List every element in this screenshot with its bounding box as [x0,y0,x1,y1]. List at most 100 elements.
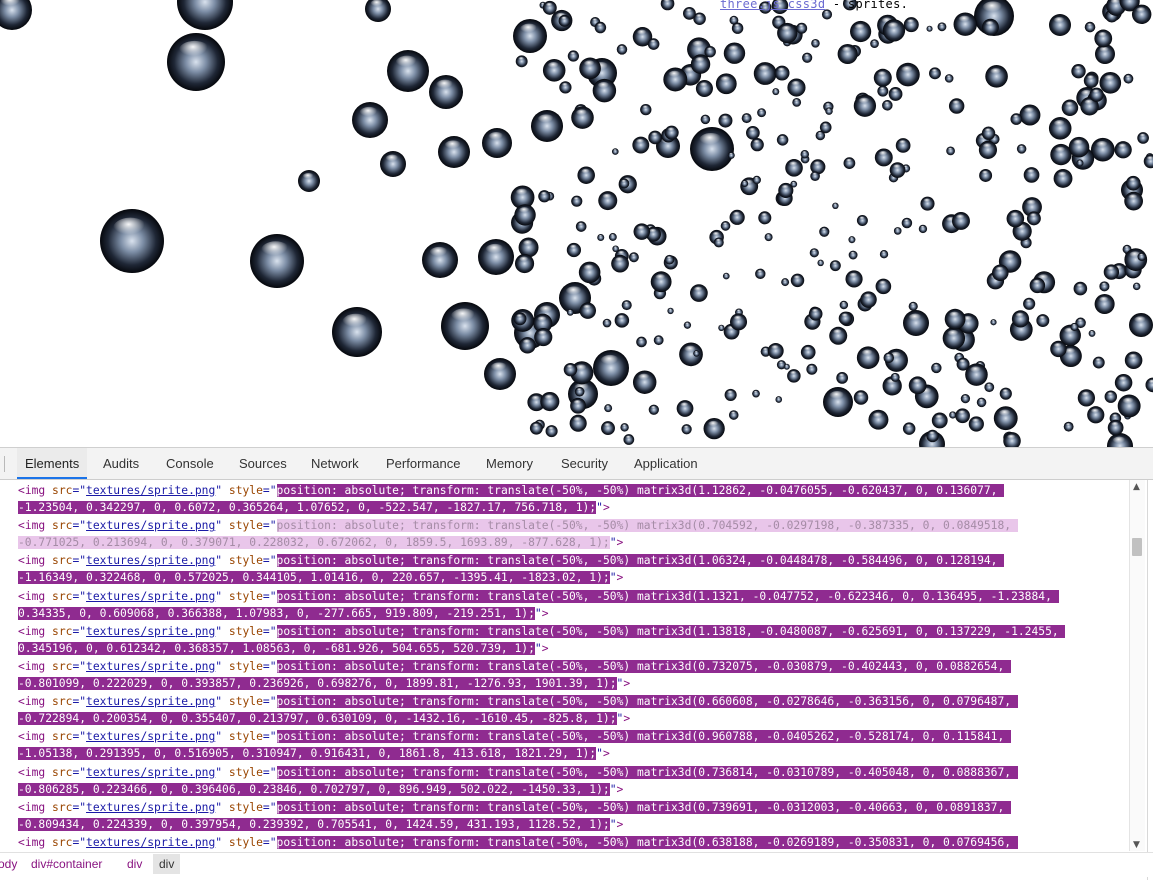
sprite-sphere [650,271,672,293]
src-link[interactable]: textures/sprite.png [86,554,215,567]
tab-network[interactable]: Network [303,448,367,479]
info-caption: three.js css3d - sprites. [720,0,908,11]
dom-node-img[interactable]: <img src="textures/sprite.png" style="po… [18,588,1059,605]
src-link[interactable]: textures/sprite.png [86,695,215,708]
dom-node-img-cont[interactable]: -0.809434, 0.224339, 0, 0.397954, 0.2393… [18,816,623,833]
sprite-sphere [873,68,892,87]
sprite-sphere [1137,132,1149,144]
sprite-sphere [783,363,790,370]
sprite-sphere [937,22,947,32]
sprite-sphere [877,85,889,97]
tab-elements[interactable]: Elements [17,448,88,479]
sprite-sphere [1068,136,1090,158]
sprite-sphere [778,182,794,198]
dom-node-img[interactable]: <img src="textures/sprite.png" style="po… [18,834,1018,850]
src-link[interactable]: textures/sprite.png [86,766,215,779]
tag-name: img [24,695,46,709]
dom-node-img-cont[interactable]: -1.05138, 0.291395, 0, 0.516905, 0.31094… [18,745,610,762]
dom-node-img-cont[interactable]: 0.345196, 0, 0.612342, 0.368357, 1.08563… [18,640,549,657]
attr-name: src [52,695,73,709]
breadcrumb-div-container[interactable]: div#container [31,857,102,871]
tag-open: < [18,589,25,603]
sprite-sphere [908,301,918,311]
sprite-sphere [918,224,928,234]
sprite-sphere [620,423,629,432]
sprite-sphere [860,291,877,308]
sprite-sphere [598,191,618,211]
dom-node-img-cont[interactable]: -0.771025, 0.213694, 0, 0.379071, 0.2280… [18,534,623,551]
elements-tree[interactable]: <img src="textures/sprite.png" style="po… [0,480,1128,850]
src-link[interactable]: textures/sprite.png [86,836,215,849]
dom-node-img[interactable]: <img src="textures/sprite.png" style="po… [18,552,1005,569]
render-viewport: three.js css3d - sprites. [0,0,1153,447]
sprite-sphere [981,126,996,140]
style-value: position: absolute; transform: translate… [276,589,1059,603]
sprite-sphere [648,404,659,415]
breadcrumb-div-selected[interactable]: div [153,854,181,874]
tab-console[interactable]: Console [158,448,222,479]
tag-open: < [18,800,25,814]
src-link[interactable]: textures/sprite.png [86,590,215,603]
dom-node-img[interactable]: <img src="textures/sprite.png" style="po… [18,764,1018,781]
tab-performance[interactable]: Performance [378,448,468,479]
src-link[interactable]: textures/sprite.png [86,519,215,532]
dom-node-img-cont[interactable]: -1.23504, 0.342297, 0, 0.6072, 0.365264,… [18,499,610,516]
scroll-thumb[interactable] [1132,538,1142,556]
dom-node-img[interactable]: <img src="textures/sprite.png" style="po… [18,482,1005,499]
sprite-sphere [628,252,639,263]
sprite-sphere [800,149,810,159]
sprite-sphere [352,102,388,138]
dom-node-img-cont[interactable]: -0.806285, 0.223466, 0, 0.396406, 0.2384… [18,781,623,798]
sprite-sphere [875,278,892,295]
dom-node-img-cont[interactable]: 0.34335, 0, 0.609068, 0.366388, 1.07983,… [18,605,549,622]
attr-name: src [52,589,73,603]
sprite-sphere [727,151,735,159]
src-link[interactable]: textures/sprite.png [86,625,215,638]
sprite-sphere [592,78,617,103]
tab-sources[interactable]: Sources [231,448,295,479]
breadcrumb-div[interactable]: div [127,857,142,871]
dom-node-img-cont[interactable]: -1.16349, 0.322468, 0, 0.572025, 0.34410… [18,569,623,586]
sprite-sphere [722,272,730,280]
sprite-sphere [901,217,913,229]
tab-security[interactable]: Security [553,448,616,479]
breadcrumb-body[interactable]: ody [0,857,17,871]
sprite-sphere [796,22,808,34]
sprite-sphere [775,396,783,403]
dom-node-img[interactable]: <img src="textures/sprite.png" style="po… [18,623,1066,640]
style-value: position: absolute; transform: translate… [276,660,1012,673]
tag-name: img [24,800,46,814]
sprite-sphere [1084,21,1096,33]
tab-audits[interactable]: Audits [95,448,147,479]
src-link[interactable]: textures/sprite.png [86,660,215,673]
tab-application[interactable]: Application [626,448,706,479]
sprite-sphere [611,254,629,273]
sprite-sphere [578,261,601,284]
dom-node-img[interactable]: <img src="textures/sprite.png" style="po… [18,799,1012,816]
sprite-sphere [534,327,553,347]
sprite-sphere [764,233,773,242]
style-value-cont: -0.809434, 0.224339, 0, 0.397954, 0.2393… [18,817,610,831]
src-link[interactable]: textures/sprite.png [86,730,215,743]
scroll-up-arrow-icon[interactable]: ▲ [1133,482,1140,492]
sprite-sphere [332,307,382,357]
dom-node-img-cont[interactable]: -0.722894, 0.200354, 0, 0.355407, 0.2137… [18,710,630,727]
sprite-sphere [664,254,675,265]
style-value-cont: -1.23504, 0.342297, 0, 0.6072, 0.365264,… [18,501,597,514]
sprite-sphere [601,421,615,436]
dom-node-img[interactable]: <img src="textures/sprite.png" style="po… [18,693,1018,710]
src-link[interactable]: textures/sprite.png [86,801,215,814]
dom-node-img-cont[interactable]: -0.801099, 0.222029, 0, 0.393857, 0.2369… [18,675,630,692]
scroll-down-arrow-icon[interactable]: ▼ [1133,840,1140,850]
attr-name: src [52,519,73,533]
elements-scrollbar[interactable]: ▲ ▼ [1129,480,1145,851]
src-link[interactable]: textures/sprite.png [86,484,215,497]
tab-memory[interactable]: Memory [478,448,541,479]
sprite-sphere [623,434,635,445]
dom-node-img[interactable]: <img src="textures/sprite.png" style="po… [18,517,1018,534]
tag-open: < [18,624,25,638]
sprite-sphere [991,264,1009,282]
info-link[interactable]: three.js css3d [720,0,825,11]
dom-node-img[interactable]: <img src="textures/sprite.png" style="po… [18,658,1012,675]
dom-node-img[interactable]: <img src="textures/sprite.png" style="po… [18,728,1012,745]
